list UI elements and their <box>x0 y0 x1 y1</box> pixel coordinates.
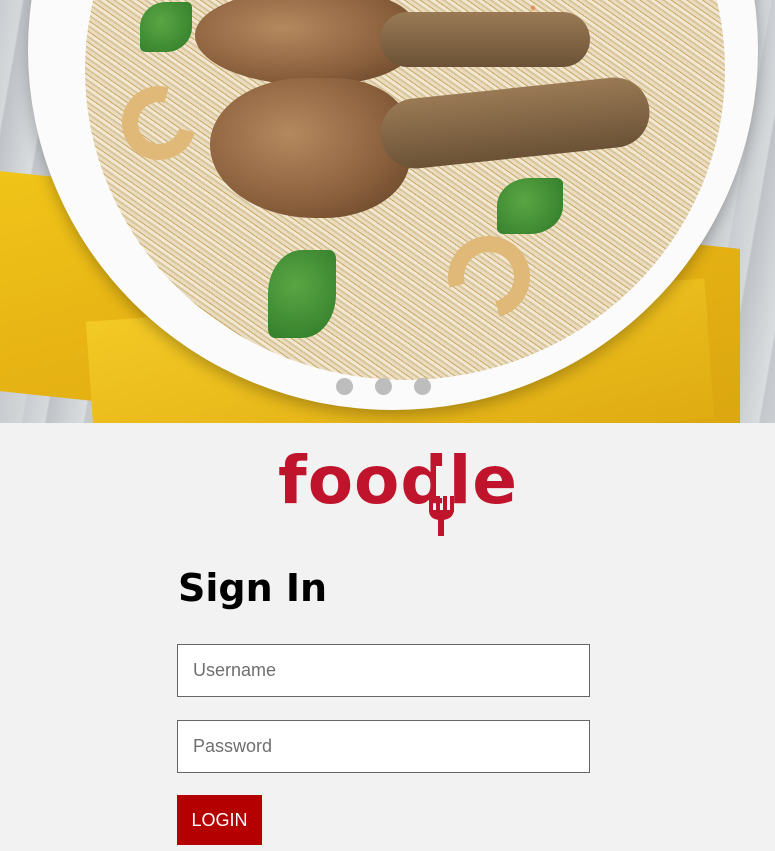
drumstick-bone-graphic <box>380 12 590 67</box>
foodle-logo: foodle <box>278 442 517 538</box>
cilantro-graphic <box>140 2 192 52</box>
fork-icon <box>429 466 454 536</box>
carousel-dot-2[interactable] <box>375 378 392 395</box>
username-field[interactable] <box>177 644 590 697</box>
login-button[interactable]: LOGIN <box>177 795 262 845</box>
password-field[interactable] <box>177 720 590 773</box>
sign-in-heading: Sign In <box>178 566 328 610</box>
logo-text: foodle <box>278 442 519 519</box>
carousel-dot-3[interactable] <box>414 378 431 395</box>
hero-carousel <box>0 0 775 423</box>
carousel-dot-1[interactable] <box>336 378 353 395</box>
cilantro-graphic <box>497 178 563 234</box>
carousel-indicators <box>336 378 431 395</box>
cilantro-graphic <box>268 250 336 338</box>
carousel-image <box>0 0 775 423</box>
